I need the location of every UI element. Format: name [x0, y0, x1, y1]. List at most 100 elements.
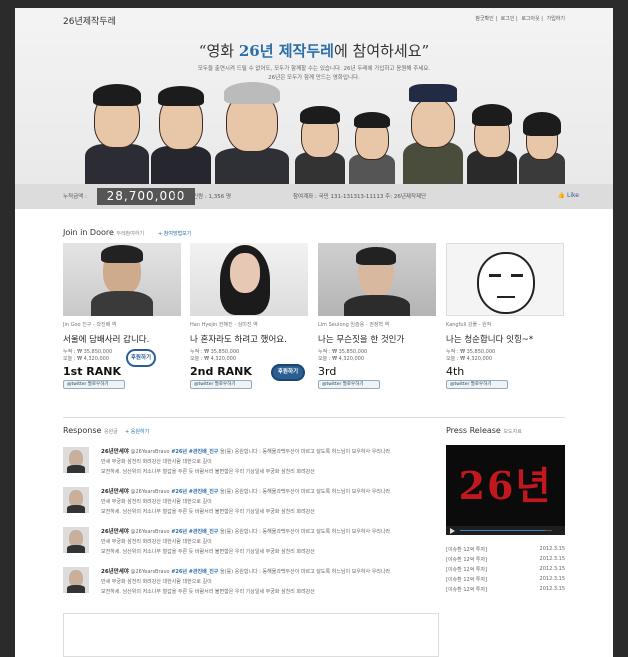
- response-text: 보전하세. 남산위의 저소나무 철갑을 두른 듯 바람서리 불변함은 우리 기상…: [101, 589, 315, 595]
- section-divider: [63, 417, 565, 418]
- response-section-title: Response 응원글: [63, 426, 118, 435]
- character-figure: [151, 80, 211, 184]
- rank-card-3[interactable]: Lim Seulong 임슬옹 - 권정혁 역 나는 무슨짓을 한 것인가 누적…: [318, 243, 436, 389]
- character-figure: [519, 104, 565, 184]
- page: 26년제작두레 참굿확인 | 로그인 | 로그아웃 | 가입하기 “영화 26년…: [15, 8, 613, 657]
- actor-photo[interactable]: [63, 243, 181, 316]
- participants-count: 두레 참여인원 : 1,356 명: [171, 194, 232, 200]
- response-handle[interactable]: @26YearsBravo: [131, 449, 170, 455]
- response-text: 을(를) 응원합니다 : 동해물과백두산이 마르고 닳도록 하느님이 보우하사 …: [220, 449, 391, 455]
- twitter-follow-button[interactable]: @twitter 팔로우하기: [63, 380, 125, 389]
- response-text: 을(를) 응원합니다 : 동해물과백두산이 마르고 닳도록 하느님이 보우하사 …: [220, 489, 391, 495]
- avatar[interactable]: [63, 567, 89, 593]
- actor-caption: Kangfull 강풀 - 원작: [446, 322, 492, 328]
- comment-input-area[interactable]: [63, 613, 439, 657]
- rank-card-4[interactable]: Kangfull 강풀 - 원작 나는 청순합니다 잇힝~* 누적 : ₩ 35…: [446, 243, 564, 389]
- avatar[interactable]: [63, 487, 89, 513]
- press-item[interactable]: [이슈환 12억 투자] 2012.3.15: [446, 586, 565, 596]
- card-amounts: 누적 : ₩ 35,850,000 오늘 : ₩ 4,320,000: [318, 349, 368, 362]
- response-text: 을(를) 응원합니다 : 동해물과백두산이 마르고 닳도록 하느님이 보우하사 …: [220, 529, 391, 535]
- play-icon[interactable]: [450, 528, 455, 534]
- character-quote: 나 혼자라도 하려고 했어요.: [190, 335, 287, 345]
- character-quote: 나는 무슨짓을 한 것인가: [318, 335, 405, 345]
- actor-photo[interactable]: [318, 243, 436, 316]
- response-author[interactable]: 26년만세야: [101, 529, 129, 535]
- top-links: 참굿확인 | 로그인 | 로그아웃 | 가입하기: [475, 16, 565, 22]
- rank-label: 3rd: [318, 365, 337, 378]
- characters-illustration: [85, 78, 565, 184]
- twitter-follow-button[interactable]: @twitter 팔로우하기: [318, 380, 380, 389]
- response-text: 보전하세. 남산위의 저소나무 철갑을 두른 듯 바람서리 불변함은 우리 기상…: [101, 509, 315, 515]
- response-handle[interactable]: @26YearsBravo: [131, 569, 170, 575]
- response-text: 만세 무궁화 삼천리 화려강산 대한사람 대한으로 길이: [101, 539, 212, 545]
- bank-account-info: 참여계좌 : 국민 131-131313-11113 주: 26년제작제단: [293, 194, 427, 200]
- write-response-link[interactable]: + 응원하기: [125, 428, 149, 435]
- funding-counter-bar: 누적금액 : 28,700,000 두레 참여인원 : 1,356 명 참여계좌…: [15, 184, 613, 209]
- response-hashtag[interactable]: #26년 #관진배_진구: [171, 529, 218, 535]
- actor-caption: Han Hyejin 한혜진 - 심미진 역: [190, 322, 258, 328]
- twitter-follow-button[interactable]: @twitter 팔로우하기: [190, 380, 252, 389]
- response-text: 만세 무궁화 삼천리 화려강산 대한사람 대한으로 길이: [101, 459, 212, 465]
- response-hashtag[interactable]: #26년 #관진배_진구: [171, 569, 218, 575]
- link-verify[interactable]: 참굿확인: [475, 16, 493, 22]
- support-bubble-button[interactable]: 후원하기: [271, 364, 305, 381]
- response-handle[interactable]: @26YearsBravo: [131, 489, 170, 495]
- rank-card-1[interactable]: Jin Goo 진구 - 곽진배 역 서울에 담배사러 갑니다. 누적 : ₩ …: [63, 243, 181, 389]
- character-quote: 나는 청순합니다 잇힝~*: [446, 335, 534, 345]
- press-item[interactable]: [이슈환 12억 투자] 2012.3.15: [446, 576, 565, 586]
- video-title: 26년: [458, 463, 553, 508]
- response-text: 만세 무궁화 삼천리 화려강산 대한사람 대한으로 길이: [101, 499, 212, 505]
- link-login[interactable]: 로그인: [501, 16, 515, 22]
- actor-caption: Lim Seulong 임슬옹 - 권정혁 역: [318, 322, 390, 328]
- card-amounts: 누적 : ₩ 35,850,000 오늘 : ₩ 4,320,000: [190, 349, 240, 362]
- video-player[interactable]: 26년: [446, 445, 565, 535]
- top-bar: 26년제작두레 참굿확인 | 로그인 | 로그아웃 | 가입하기: [15, 8, 613, 34]
- hero-banner: “영화 26년 제작두레에 참여하세요” 모두들 출연시켜 드릴 수 없어도, …: [15, 34, 613, 184]
- response-text: 만세 무궁화 삼천리 화려강산 대한사람 대한으로 길이: [101, 579, 212, 585]
- join-section-title: Join in Doore 두레참여하기: [63, 228, 145, 237]
- press-item[interactable]: [이슈환 12억 투자] 2012.3.15: [446, 556, 565, 566]
- actor-caption: Jin Goo 진구 - 곽진배 역: [63, 322, 117, 328]
- character-quote: 서울에 담배사러 갑니다.: [63, 335, 150, 345]
- character-figure: [403, 78, 463, 184]
- join-how-link[interactable]: + 참여방법보기: [158, 230, 191, 237]
- response-hashtag[interactable]: #26년 #관진배_진구: [171, 489, 218, 495]
- author-cartoon[interactable]: [446, 243, 564, 316]
- total-amount-label: 누적금액 :: [63, 194, 87, 200]
- character-figure: [467, 98, 517, 184]
- press-section-title: Press Release 보도자료: [446, 426, 522, 435]
- rank-label: 4th: [446, 365, 465, 378]
- site-title[interactable]: 26년제작두레: [63, 14, 116, 27]
- response-author[interactable]: 26년만세야: [101, 449, 129, 455]
- actor-photo[interactable]: [190, 243, 308, 316]
- press-item[interactable]: [이슈환 12억 투자] 2012.3.15: [446, 546, 565, 556]
- link-signup[interactable]: 가입하기: [547, 16, 565, 22]
- response-author[interactable]: 26년만세야: [101, 569, 129, 575]
- response-text: 보전하세. 남산위의 저소나무 철갑을 두른 듯 바람서리 불변함은 우리 기상…: [101, 549, 315, 555]
- video-controls[interactable]: [446, 526, 565, 535]
- card-amounts: 누적 : ₩ 35,850,000 오늘 : ₩ 4,320,000: [446, 349, 496, 362]
- avatar[interactable]: [63, 527, 89, 553]
- response-handle[interactable]: @26YearsBravo: [131, 529, 170, 535]
- response-author[interactable]: 26년만세야: [101, 489, 129, 495]
- character-figure: [215, 78, 289, 184]
- support-bubble-button[interactable]: 후원하기: [126, 349, 156, 367]
- response-text: 을(를) 응원합니다 : 동해물과백두산이 마르고 닳도록 하느님이 보우하사 …: [220, 569, 391, 575]
- response-text: 보전하세. 남산위의 저소나무 철갑을 두른 듯 바람서리 불변함은 우리 기상…: [101, 469, 315, 475]
- card-amounts: 누적 : ₩ 35,850,000 오늘 : ₩ 4,320,000: [63, 349, 113, 362]
- press-list: [이슈환 12억 투자] 2012.3.15 [이슈환 12억 투자] 2012.3…: [446, 546, 565, 596]
- video-progress-bar[interactable]: [460, 530, 552, 531]
- hero-headline: “영화 26년 제작두레에 참여하세요”: [198, 42, 430, 60]
- hero-subtitle-1: 모두들 출연시켜 드릴 수 없어도, 모두가 함께할 수는 있습니다. 26년 …: [197, 66, 431, 72]
- facebook-like-button[interactable]: 👍 Like: [558, 192, 579, 199]
- avatar[interactable]: [63, 447, 89, 473]
- character-figure: [295, 94, 345, 184]
- thumbs-up-icon: 👍: [557, 192, 566, 199]
- character-figure: [349, 104, 395, 184]
- twitter-follow-button[interactable]: @twitter 팔로우하기: [446, 380, 508, 389]
- link-logout[interactable]: 로그아웃: [521, 16, 539, 22]
- response-hashtag[interactable]: #26년 #관진배_진구: [171, 449, 218, 455]
- character-figure: [85, 80, 149, 184]
- press-item[interactable]: [이슈환 12억 투자] 2012.3.15: [446, 566, 565, 576]
- video-progress-fill: [460, 530, 545, 531]
